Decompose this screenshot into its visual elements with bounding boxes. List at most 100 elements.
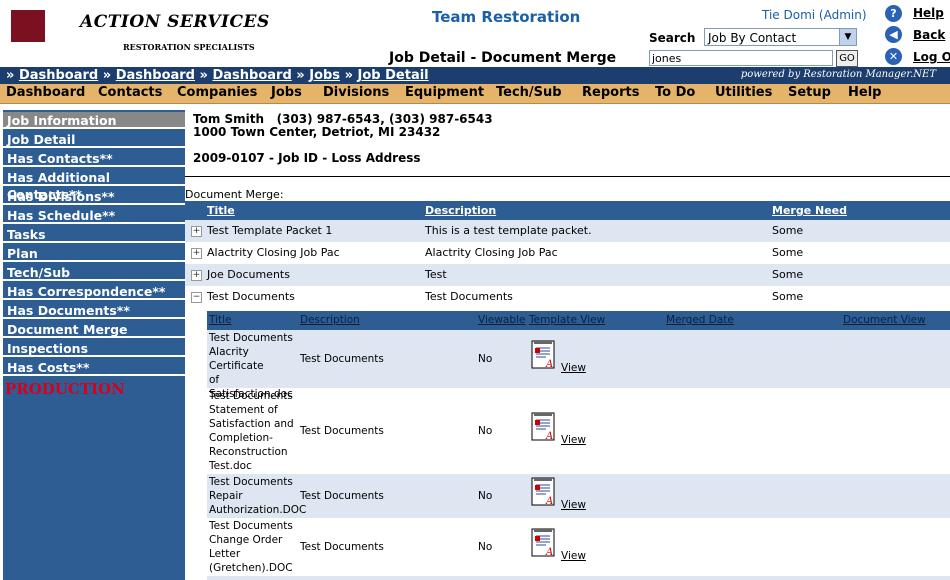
- sub-column-header-merged-date[interactable]: Merged Date: [666, 314, 734, 326]
- table-row: + Joe Documents Test Some: [185, 264, 950, 286]
- menu-companies[interactable]: Companies: [177, 85, 257, 100]
- divider: [185, 176, 950, 177]
- sidebar-item-tech-sub[interactable]: Tech/Sub: [3, 264, 185, 281]
- view-link[interactable]: View: [561, 362, 586, 374]
- sub-column-header-document-view[interactable]: Document View: [843, 314, 926, 326]
- expand-icon[interactable]: +: [191, 226, 202, 237]
- logout-icon[interactable]: ✕: [885, 48, 902, 65]
- menu-contacts[interactable]: Contacts: [98, 85, 162, 100]
- document-template-icon[interactable]: A: [531, 477, 557, 507]
- view-link[interactable]: View: [561, 434, 586, 446]
- back-link[interactable]: Back: [913, 28, 945, 42]
- row-description: Test Documents: [425, 290, 513, 303]
- help-icon[interactable]: ?: [885, 5, 902, 22]
- sidebar-item-documents[interactable]: Has Documents**: [3, 302, 185, 319]
- breadcrumb: » Dashboard » Dashboard » Dashboard » Jo…: [6, 68, 429, 83]
- sidebar: Job Information Job Detail Has Contacts*…: [3, 110, 185, 580]
- expand-icon[interactable]: +: [191, 248, 202, 259]
- sidebar-item-correspondence[interactable]: Has Correspondence**: [3, 283, 185, 300]
- sub-table-row: Test Documents Repair Authorization.DOC …: [207, 474, 950, 518]
- sidebar-item-contacts[interactable]: Has Contacts**: [3, 150, 185, 167]
- sub-column-header-description[interactable]: Description: [300, 314, 360, 326]
- menu-todo[interactable]: To Do: [655, 85, 695, 100]
- sub-row-title: Test Documents Change Order Letter (Gret…: [209, 519, 301, 575]
- sidebar-item-document-merge[interactable]: Document Merge: [3, 321, 185, 338]
- sidebar-item-costs[interactable]: Has Costs**: [3, 359, 185, 376]
- chevron-down-icon[interactable]: ▼: [839, 29, 856, 45]
- breadcrumb-job-detail[interactable]: Job Detail: [358, 68, 429, 83]
- document-merge-label: Document Merge:: [185, 188, 284, 201]
- breadcrumb-jobs[interactable]: Jobs: [309, 68, 340, 83]
- title-line: Reconstruction: [209, 446, 288, 458]
- sub-table-row: Test Documents Change Order Letter (Gret…: [207, 518, 950, 576]
- column-header-description[interactable]: Description: [425, 204, 496, 217]
- current-user[interactable]: Tie Domi (Admin): [762, 8, 867, 22]
- menu-help[interactable]: Help: [848, 85, 881, 100]
- help-link[interactable]: Help: [913, 6, 944, 20]
- sub-column-header-title[interactable]: Title: [209, 314, 232, 326]
- title-line: Alacrity Certificate: [209, 346, 264, 372]
- back-icon[interactable]: ◀: [885, 26, 902, 43]
- title-line: Statement of: [209, 404, 278, 416]
- search-type-select[interactable]: Job By Contact ▼: [704, 28, 857, 46]
- row-description: Alactrity Closing Job Pac: [425, 246, 558, 259]
- document-template-icon[interactable]: A: [531, 528, 557, 558]
- sub-row-viewable: No: [478, 490, 493, 502]
- expand-icon[interactable]: +: [191, 270, 202, 281]
- row-merge-need: Some: [772, 290, 804, 303]
- company-name: Team Restoration: [432, 8, 581, 26]
- svg-text:A: A: [545, 431, 553, 442]
- svg-text:A: A: [545, 359, 553, 370]
- menu-reports[interactable]: Reports: [582, 85, 639, 100]
- column-header-merge-need[interactable]: Merge Need: [772, 204, 847, 217]
- title-line: Test Documents: [209, 390, 293, 402]
- sidebar-item-divisions[interactable]: Has Divisions**: [3, 188, 185, 205]
- search-label: Search: [649, 31, 696, 45]
- sidebar-item-tasks[interactable]: Tasks: [3, 226, 185, 243]
- sub-column-header-viewable[interactable]: Viewable: [478, 314, 525, 326]
- collapse-icon[interactable]: −: [191, 292, 202, 303]
- sidebar-item-additional-contacts[interactable]: Has Additional Contacts**: [3, 169, 185, 202]
- row-merge-need: Some: [772, 246, 804, 259]
- logout-link[interactable]: Log Out: [913, 50, 950, 64]
- title-line: of: [209, 374, 220, 386]
- view-link[interactable]: View: [561, 550, 586, 562]
- sub-table-row-partial: [207, 576, 950, 580]
- main-menu: Dashboard Contacts Companies Jobs Divisi…: [0, 84, 950, 104]
- sub-row-title: Test Documents Statement of Satisfaction…: [209, 389, 301, 473]
- sidebar-item-plan[interactable]: Plan: [3, 245, 185, 262]
- sidebar-item-inspections[interactable]: Inspections: [3, 340, 185, 357]
- menu-equipment[interactable]: Equipment: [405, 85, 484, 100]
- document-template-icon[interactable]: A: [531, 412, 557, 442]
- title-line: Test Documents: [209, 332, 293, 344]
- breadcrumb-dashboard[interactable]: Dashboard: [212, 68, 291, 83]
- sub-table-header: Title Description Viewable Template View…: [207, 311, 950, 330]
- page-title: Job Detail - Document Merge: [389, 50, 617, 66]
- brand-name: ACTION SERVICES: [80, 12, 270, 32]
- menu-jobs[interactable]: Jobs: [271, 85, 302, 100]
- sidebar-item-schedule[interactable]: Has Schedule**: [3, 207, 185, 224]
- title-line: Completion-: [209, 432, 273, 444]
- document-template-icon[interactable]: A: [531, 340, 557, 370]
- menu-setup[interactable]: Setup: [788, 85, 831, 100]
- sub-row-viewable: No: [478, 353, 493, 365]
- view-link[interactable]: View: [561, 499, 586, 511]
- powered-by: powered by Restoration Manager.NET: [740, 69, 936, 80]
- sub-column-header-template-view[interactable]: Template View: [529, 314, 605, 326]
- sub-row-description: Test Documents: [300, 541, 384, 553]
- go-button[interactable]: GO: [836, 50, 858, 67]
- breadcrumb-dashboard[interactable]: Dashboard: [116, 68, 195, 83]
- menu-tech-sub[interactable]: Tech/Sub: [496, 85, 562, 100]
- table-row: − Test Documents Test Documents Some: [185, 286, 950, 308]
- breadcrumb-dashboard[interactable]: Dashboard: [19, 68, 98, 83]
- sidebar-item-job-detail[interactable]: Job Detail: [3, 131, 185, 148]
- menu-utilities[interactable]: Utilities: [715, 85, 772, 100]
- menu-divisions[interactable]: Divisions: [323, 85, 389, 100]
- sidebar-item-job-information[interactable]: Job Information: [3, 112, 185, 129]
- column-header-title[interactable]: Title: [207, 204, 235, 217]
- row-description: This is a test template packet.: [425, 224, 592, 237]
- sub-table-row: Test Documents Alacrity Certificate of S…: [207, 330, 950, 400]
- menu-dashboard[interactable]: Dashboard: [6, 85, 85, 100]
- search-input[interactable]: [649, 50, 833, 66]
- job-line: 2009-0107 - Job ID - Loss Address: [193, 151, 421, 165]
